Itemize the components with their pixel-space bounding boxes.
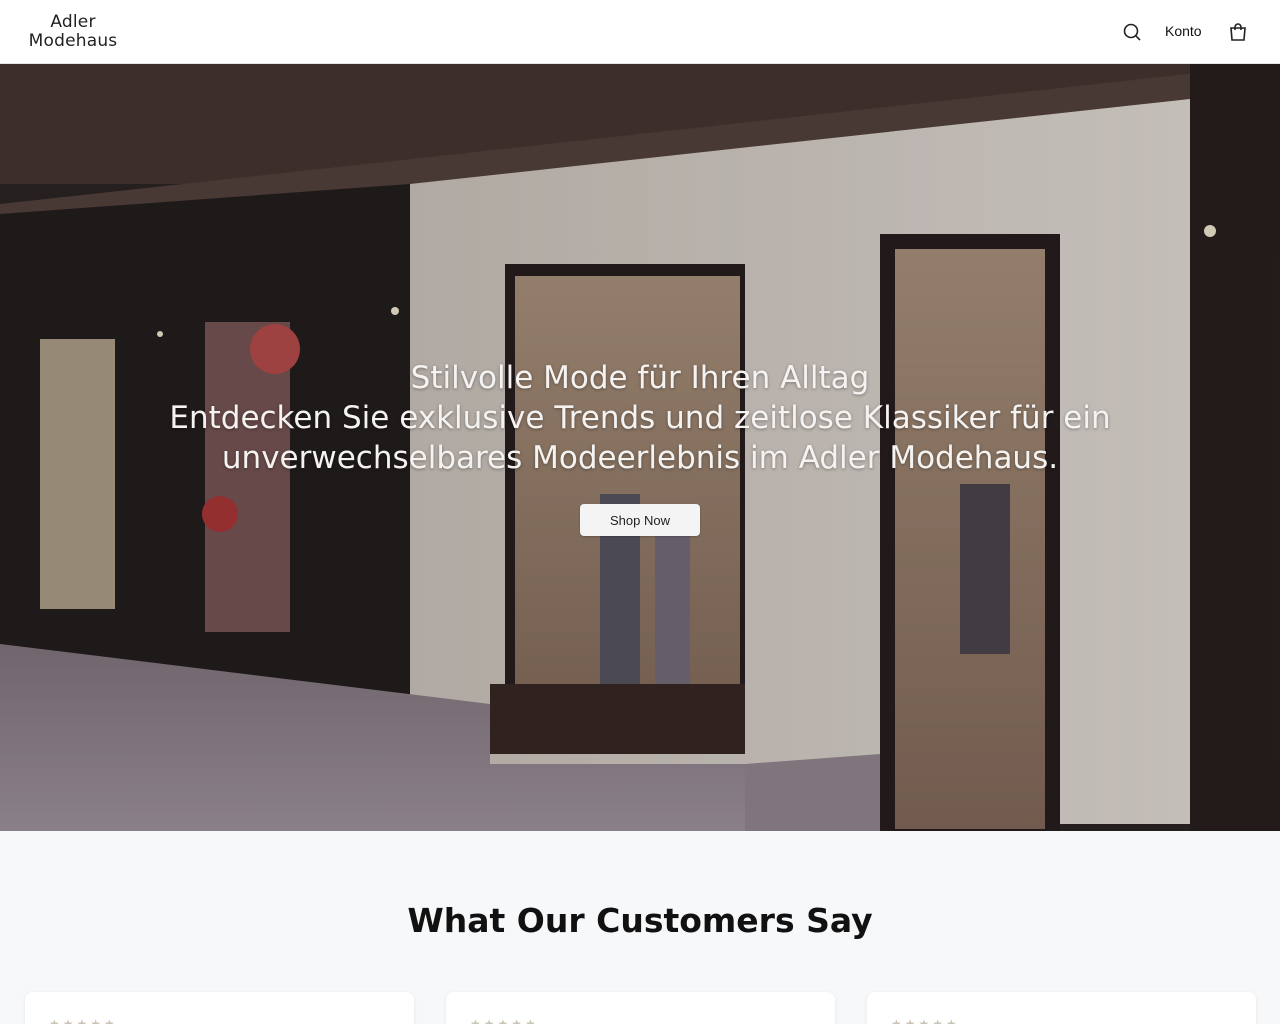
search-icon[interactable] — [1120, 20, 1144, 44]
testimonial-card: ★★★★★ — [867, 992, 1256, 1024]
site-logo[interactable]: Adler Modehaus — [25, 13, 121, 51]
testimonial-card: ★★★★★ — [446, 992, 835, 1024]
hero-subheadline: Entdecken Sie exklusive Trends und zeitl… — [169, 400, 1111, 476]
hero-headline: Stilvolle Mode für Ihren Alltag — [410, 360, 870, 396]
hero-text-block: Stilvolle Mode für Ihren Alltag Entdecke… — [140, 358, 1140, 478]
section-title: What Our Customers Say — [407, 901, 873, 940]
logo-line-1: Adler — [50, 12, 96, 32]
rating-stars: ★★★★★ — [49, 1017, 118, 1024]
logo-line-2: Modehaus — [28, 31, 118, 51]
rating-stars: ★★★★★ — [470, 1017, 539, 1024]
hero-banner: Stilvolle Mode für Ihren Alltag Entdecke… — [0, 64, 1280, 831]
site-header: Adler Modehaus Konto — [0, 0, 1280, 64]
account-link[interactable]: Konto — [1165, 23, 1202, 39]
rating-stars: ★★★★★ — [891, 1017, 960, 1024]
testimonial-card: ★★★★★ — [25, 992, 414, 1024]
shop-now-button[interactable]: Shop Now — [580, 504, 700, 536]
testimonials-section: What Our Customers Say ★★★★★ ★★★★★ ★★★★★ — [0, 831, 1280, 1024]
shopping-bag-icon[interactable] — [1226, 20, 1250, 44]
